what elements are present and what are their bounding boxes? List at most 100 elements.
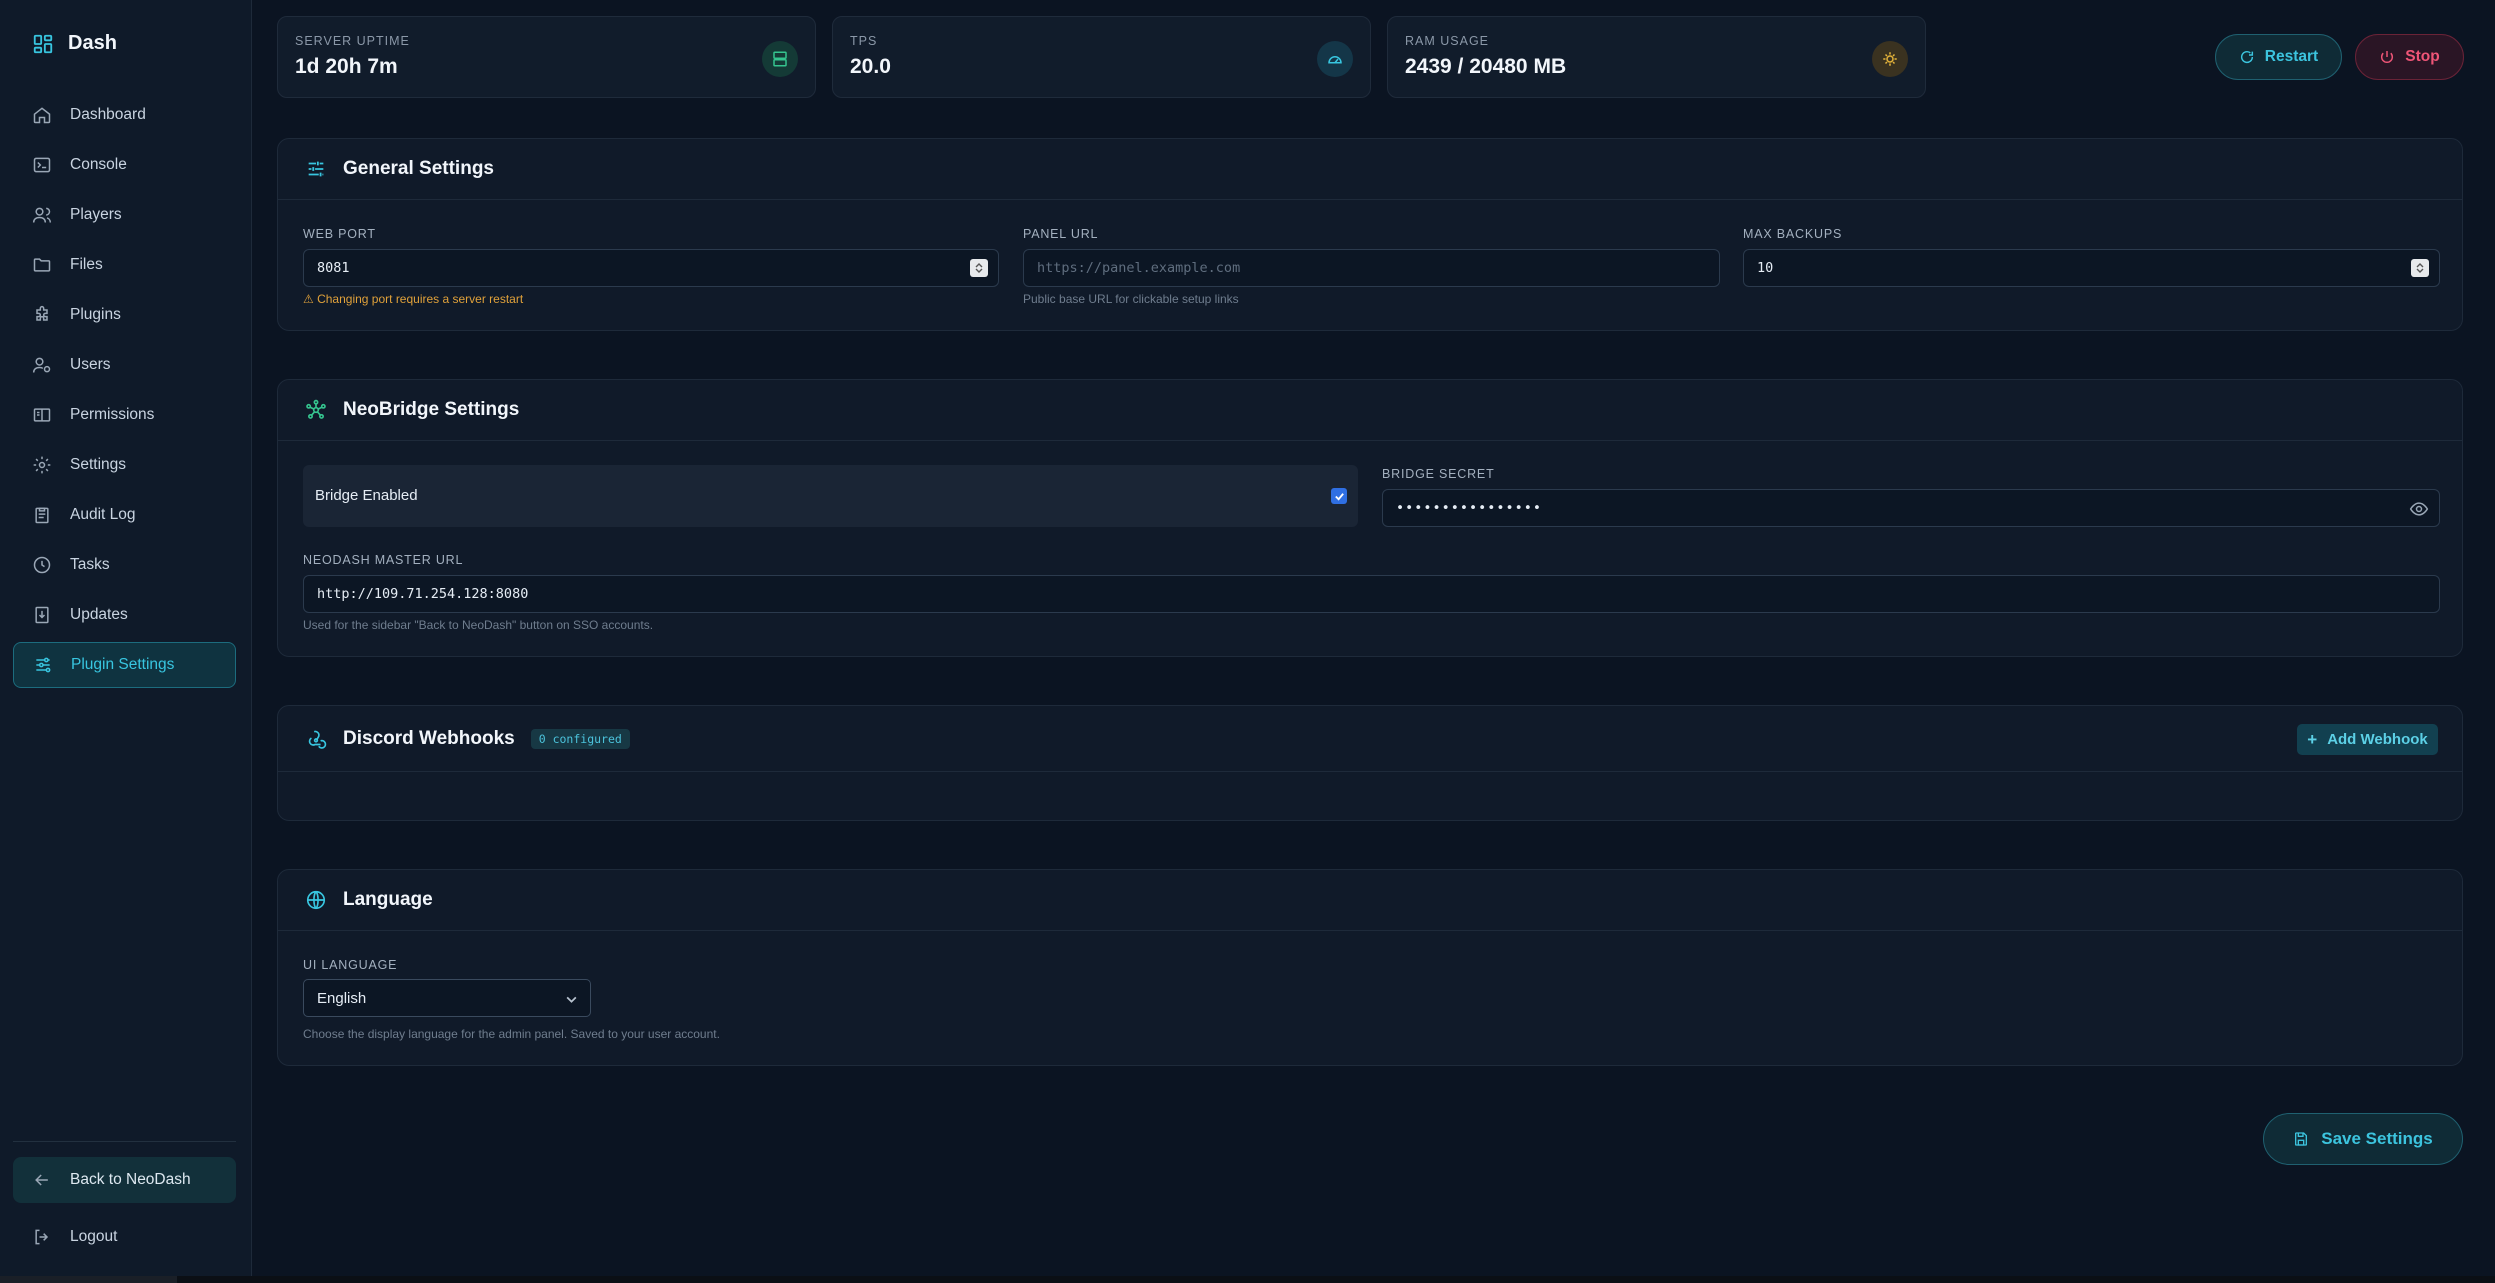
- stat-tps: TPS 20.0: [832, 16, 1371, 98]
- card-title: Discord Webhooks: [343, 727, 515, 749]
- user-cog-icon: [32, 357, 51, 373]
- sidebar-item-console[interactable]: Console: [13, 142, 236, 188]
- sidebar-item-plugins[interactable]: Plugins: [13, 292, 236, 338]
- sidebar-item-files[interactable]: Files: [13, 242, 236, 288]
- sidebar-item-dashboard[interactable]: Dashboard: [13, 92, 236, 138]
- master-url-label: NEODASH MASTER URL: [303, 553, 464, 567]
- sidebar-item-label: Users: [70, 356, 111, 373]
- stat-value: 20.0: [850, 55, 891, 78]
- language-card: Language UI LANGUAGE English Choose the …: [277, 869, 2463, 1066]
- panel-url-placeholder: https://panel.example.com: [1037, 260, 1241, 276]
- power-icon: [2381, 51, 2394, 63]
- sidebar-item-plugin-settings[interactable]: Plugin Settings: [13, 642, 236, 688]
- max-backups-input[interactable]: 10: [1743, 249, 2440, 287]
- stat-label: RAM USAGE: [1405, 34, 1490, 48]
- webhook-count-badge: 0 configured: [530, 728, 630, 749]
- clipboard-icon: [35, 507, 49, 524]
- stop-button[interactable]: Stop: [2355, 34, 2464, 80]
- sidebar-item-label: Console: [70, 156, 127, 173]
- web-port-value: 8081: [317, 260, 350, 276]
- stat-value: 2439 / 20480 MB: [1405, 55, 1567, 78]
- horizontal-scrollbar[interactable]: [0, 1276, 2495, 1283]
- sidebar-item-audit-log[interactable]: Audit Log: [13, 492, 236, 538]
- sidebar-item-tasks[interactable]: Tasks: [13, 542, 236, 588]
- stat-server-uptime: SERVER UPTIME 1d 20h 7m: [277, 16, 816, 98]
- card-header: Discord Webhooks 0 configured + Add Webh…: [278, 706, 2462, 772]
- card-header: General Settings: [278, 139, 2462, 200]
- check-icon: [1334, 492, 1344, 501]
- neobridge-settings-card: NeoBridge Settings Bridge Enabled BRIDGE…: [277, 379, 2463, 657]
- arrow-left-icon: [35, 1174, 48, 1186]
- server-icon: [762, 41, 798, 77]
- panel-url-label: PANEL URL: [1023, 227, 1099, 241]
- sidebar-item-label: Plugin Settings: [71, 656, 175, 673]
- scrollbar-thumb[interactable]: [177, 1276, 2495, 1283]
- dashboard-grid-icon: [33, 34, 53, 53]
- web-port-input[interactable]: 8081: [303, 249, 999, 287]
- sidebar-item-label: Dashboard: [70, 106, 146, 123]
- home-icon: [33, 107, 51, 124]
- sidebar-item-label: Files: [70, 256, 103, 273]
- sidebar-item-label: Permissions: [70, 406, 155, 423]
- eye-icon[interactable]: [2409, 499, 2429, 519]
- discord-webhooks-card: Discord Webhooks 0 configured + Add Webh…: [277, 705, 2463, 821]
- language-selected: English: [317, 989, 367, 1007]
- master-url-input[interactable]: http://109.71.254.128:8080: [303, 575, 2440, 613]
- sidebar-item-players[interactable]: Players: [13, 192, 236, 238]
- sidebar-item-label: Plugins: [70, 306, 121, 323]
- network-icon: [306, 399, 326, 419]
- bridge-enabled-checkbox[interactable]: [1331, 488, 1347, 504]
- gauge-icon: [1317, 41, 1353, 77]
- language-select[interactable]: English: [303, 979, 591, 1017]
- logout-icon: [35, 1229, 49, 1245]
- chip-icon: [1872, 41, 1908, 77]
- max-backups-label: MAX BACKUPS: [1743, 227, 1843, 241]
- brand[interactable]: Dash: [32, 32, 117, 55]
- globe-icon: [306, 890, 326, 910]
- general-settings-card: General Settings WEB PORT 8081 ⚠ Changin…: [277, 138, 2463, 331]
- restart-label: Restart: [2264, 48, 2319, 65]
- sidebar-item-settings[interactable]: Settings: [13, 442, 236, 488]
- card-title: Language: [343, 889, 433, 910]
- logout-label: Logout: [70, 1228, 118, 1245]
- webhook-icon: [308, 730, 327, 749]
- save-label: Save Settings: [2321, 1129, 2433, 1148]
- web-port-warning: ⚠ Changing port requires a server restar…: [303, 292, 524, 306]
- sidebar-item-users[interactable]: Users: [13, 342, 236, 388]
- sidebar-item-label: Updates: [70, 606, 128, 623]
- bridge-enabled-row[interactable]: Bridge Enabled: [303, 465, 1358, 527]
- back-to-neodash-button[interactable]: Back to NeoDash: [13, 1157, 236, 1203]
- master-url-value: http://109.71.254.128:8080: [317, 586, 529, 602]
- bridge-secret-input[interactable]: ••••••••••••••••: [1382, 489, 2440, 527]
- sidebar-item-label: Settings: [70, 456, 127, 473]
- sidebar-item-permissions[interactable]: Permissions: [13, 392, 236, 438]
- add-webhook-button[interactable]: + Add Webhook: [2297, 724, 2438, 755]
- card-title: NeoBridge Settings: [343, 399, 520, 420]
- sidebar-divider: [13, 1141, 236, 1142]
- sidebar-item-updates[interactable]: Updates: [13, 592, 236, 638]
- bridge-enabled-label: Bridge Enabled: [315, 487, 418, 504]
- sidebar: Dash Dashboard Console Players Files Plu…: [0, 0, 252, 1276]
- bridge-secret-value: ••••••••••••••••: [1396, 500, 1543, 516]
- brand-name: Dash: [68, 32, 117, 54]
- clock-icon: [33, 556, 51, 574]
- bridge-secret-label: BRIDGE SECRET: [1382, 467, 1495, 481]
- stat-value: 1d 20h 7m: [295, 55, 398, 78]
- terminal-icon: [33, 157, 51, 173]
- card-header: Language: [278, 870, 2462, 931]
- card-title: General Settings: [343, 158, 494, 179]
- stepper-icon[interactable]: [970, 259, 988, 277]
- stat-ram-usage: RAM USAGE 2439 / 20480 MB: [1387, 16, 1926, 98]
- master-url-hint: Used for the sidebar "Back to NeoDash" b…: [303, 618, 654, 632]
- restart-button[interactable]: Restart: [2215, 34, 2342, 80]
- puzzle-icon: [36, 305, 48, 321]
- panel-url-input[interactable]: https://panel.example.com: [1023, 249, 1720, 287]
- save-settings-button[interactable]: Save Settings: [2263, 1113, 2463, 1165]
- save-icon: [2295, 1132, 2308, 1146]
- download-icon: [35, 606, 49, 624]
- sliders-icon: [36, 657, 51, 673]
- logout-button[interactable]: Logout: [13, 1214, 236, 1260]
- max-backups-value: 10: [1757, 260, 1774, 276]
- stepper-icon[interactable]: [2411, 259, 2429, 277]
- folder-icon: [33, 258, 51, 272]
